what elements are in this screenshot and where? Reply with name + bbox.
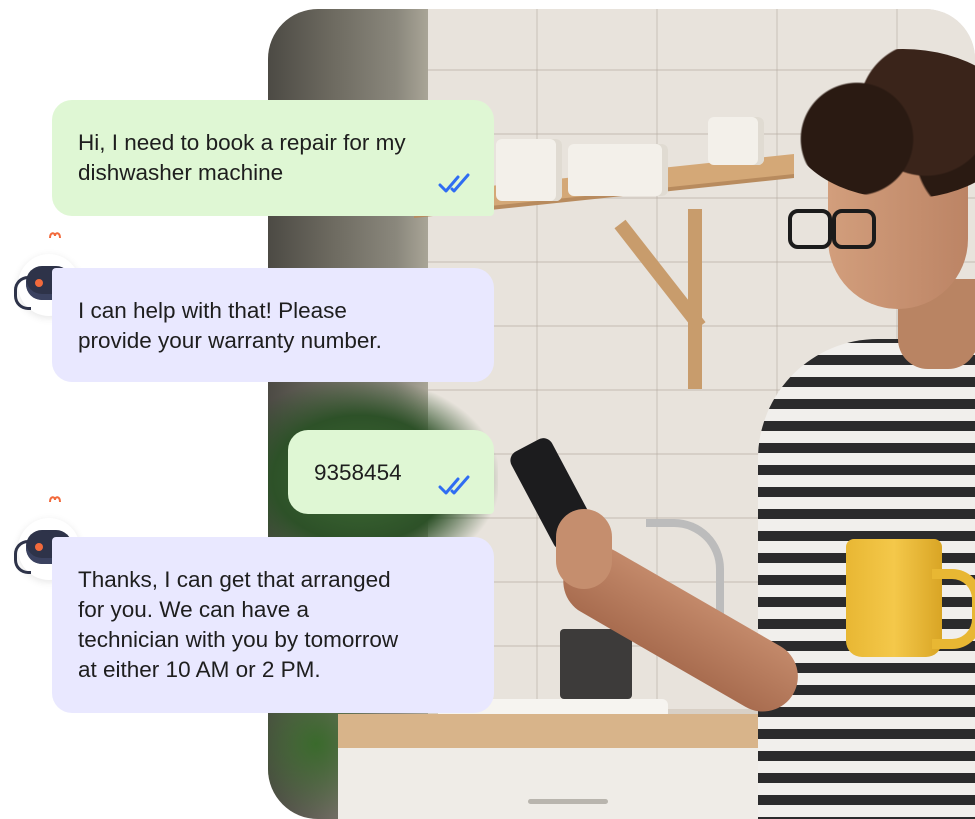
message-text: Thanks, I can get that arranged for you.… <box>78 567 399 682</box>
antenna-icon <box>49 232 61 239</box>
shelf-bracket <box>688 209 702 389</box>
user-message: Hi, I need to book a repair for my dishw… <box>52 100 494 216</box>
message-text: Hi, I need to book a repair for my dishw… <box>78 130 406 185</box>
double-check-icon <box>438 173 470 193</box>
mug-handle <box>932 569 975 649</box>
stacked-bowls <box>708 117 764 165</box>
double-check-icon <box>438 475 470 495</box>
glasses <box>788 209 876 249</box>
hand <box>556 509 612 589</box>
bot-message: Thanks, I can get that arranged for you.… <box>52 537 494 713</box>
pot <box>560 629 632 699</box>
bot-message: I can help with that! Please provide you… <box>52 268 494 382</box>
yellow-mug <box>846 539 942 657</box>
message-text: I can help with that! Please provide you… <box>78 298 382 353</box>
storage-jar <box>496 139 562 201</box>
user-message: 9358454 <box>288 430 494 514</box>
cabinet-handle <box>528 799 608 804</box>
storage-jar <box>568 144 668 196</box>
antenna-icon <box>49 496 61 503</box>
